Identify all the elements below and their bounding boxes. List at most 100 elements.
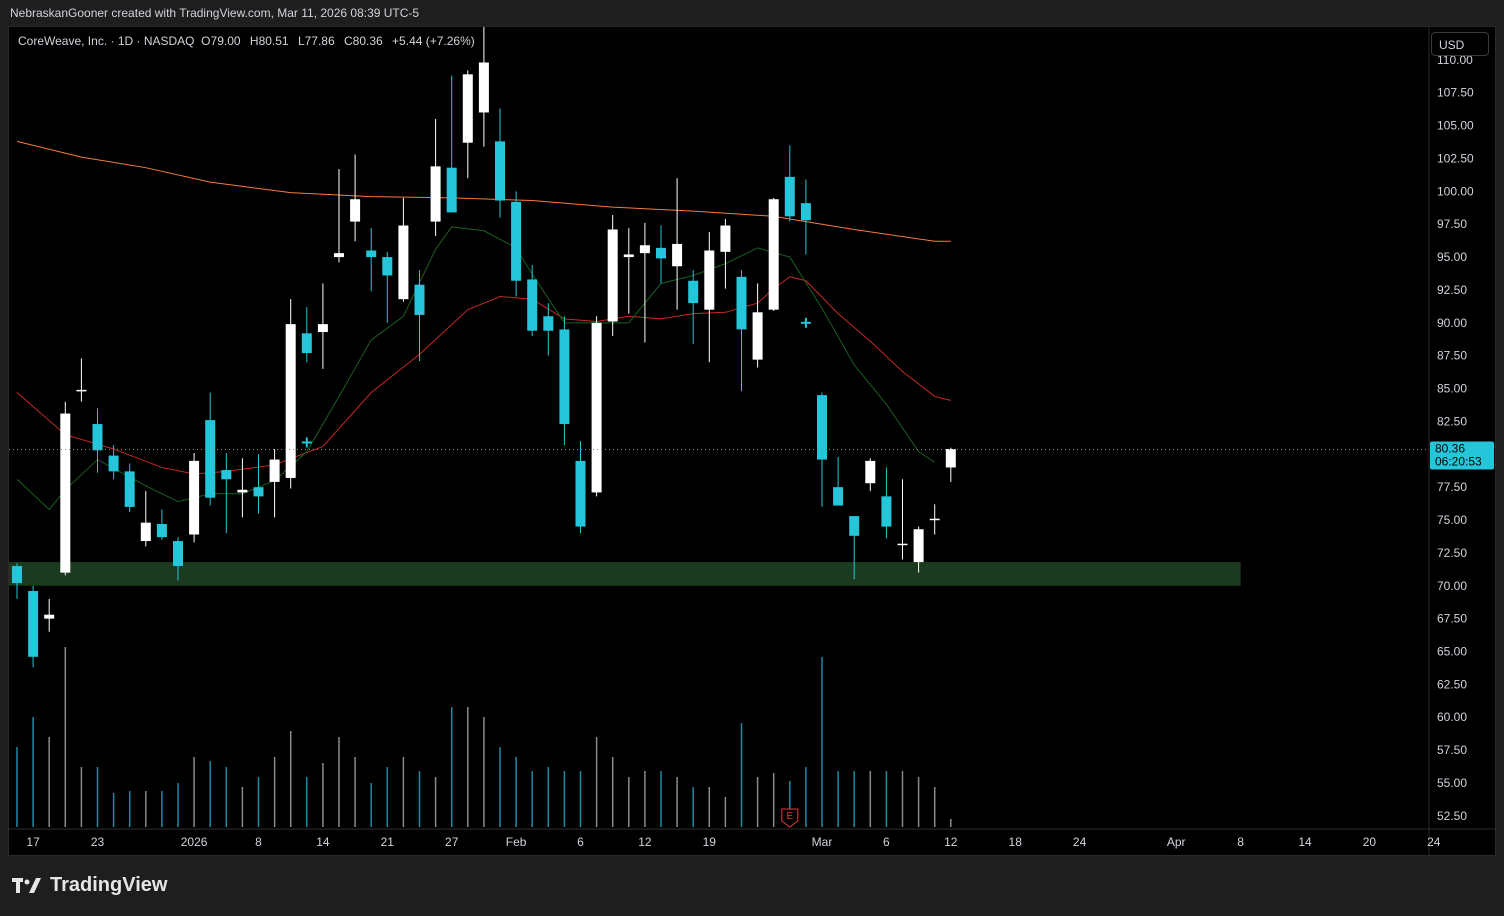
candle-body[interactable] <box>623 254 634 258</box>
candle-body[interactable] <box>607 229 618 322</box>
time-tick-label: 2026 <box>181 835 208 849</box>
candle-body[interactable] <box>173 541 183 567</box>
price-tick-label: 70.00 <box>1437 579 1467 593</box>
close-label: C <box>344 34 353 48</box>
candle-body[interactable] <box>12 566 22 584</box>
candle-body[interactable] <box>446 167 457 213</box>
candle-body[interactable] <box>108 455 119 472</box>
candle-body[interactable] <box>366 250 377 258</box>
price-tick-label: 60.00 <box>1437 710 1467 724</box>
candle-body[interactable] <box>752 312 763 360</box>
candle-body[interactable] <box>221 470 232 480</box>
candle-body[interactable] <box>317 324 328 333</box>
candle-body[interactable] <box>543 316 554 331</box>
price-tick-label: 97.50 <box>1437 217 1467 231</box>
candlestick-chart[interactable]: E110.00107.50105.00102.50100.0097.5095.0… <box>9 27 1495 855</box>
ohlc-legend: CoreWeave, Inc. · 1D · NASDAQ O79.00 H80… <box>18 34 475 48</box>
candle-body[interactable] <box>156 523 167 538</box>
candle-body[interactable] <box>704 250 715 310</box>
candle-body[interactable] <box>462 74 473 143</box>
ma-short-line <box>16 226 935 511</box>
candle-body[interactable] <box>301 333 312 354</box>
candle-body[interactable] <box>945 449 956 468</box>
candle-body[interactable] <box>865 460 876 484</box>
candle-body[interactable] <box>559 329 570 425</box>
candle-body[interactable] <box>140 522 151 542</box>
candle-body[interactable] <box>478 62 489 113</box>
candle-body[interactable] <box>833 487 844 506</box>
candle-body[interactable] <box>430 166 441 222</box>
price-tick-label: 92.50 <box>1437 283 1467 297</box>
candle-body[interactable] <box>736 276 747 330</box>
candle-body[interactable] <box>929 518 940 521</box>
currency-button[interactable]: USD <box>1431 32 1489 56</box>
candle-body[interactable] <box>575 460 586 527</box>
time-tick-label: Mar <box>812 835 833 849</box>
candle-body[interactable] <box>124 471 135 507</box>
candle-body[interactable] <box>60 413 71 573</box>
candle-body[interactable] <box>92 424 103 451</box>
candle-body[interactable] <box>800 203 811 221</box>
open-value: 79.00 <box>210 34 241 48</box>
price-tick-label: 95.00 <box>1437 250 1467 264</box>
candle-body[interactable] <box>189 460 200 535</box>
candle-body[interactable] <box>672 243 683 267</box>
candle-body[interactable] <box>897 543 908 546</box>
brand-name: TradingView <box>50 874 168 896</box>
candle-body[interactable] <box>720 225 731 252</box>
time-tick-label: 23 <box>91 835 105 849</box>
candle-body[interactable] <box>768 199 779 310</box>
price-tick-label: 87.50 <box>1437 349 1467 363</box>
candle-body[interactable] <box>784 176 795 217</box>
close-value: 80.36 <box>352 34 383 48</box>
time-tick-label: 19 <box>703 835 717 849</box>
candle-body[interactable] <box>656 247 666 259</box>
price-tick-label: 55.00 <box>1437 776 1467 790</box>
ma-long-line <box>16 140 951 242</box>
candle-body[interactable] <box>350 199 361 222</box>
candle-body[interactable] <box>639 245 650 254</box>
candle-body[interactable] <box>527 279 538 331</box>
price-tick-label: 72.50 <box>1437 546 1467 560</box>
time-tick-label: 21 <box>381 835 395 849</box>
candle-body[interactable] <box>849 516 860 536</box>
candle-body[interactable] <box>495 141 505 201</box>
candle-body[interactable] <box>688 280 699 304</box>
price-tick-label: 75.00 <box>1437 513 1467 527</box>
candle-body[interactable] <box>28 591 39 657</box>
time-tick-label: 24 <box>1073 835 1087 849</box>
candle-body[interactable] <box>205 420 216 498</box>
price-tag-value: 80.36 <box>1435 442 1465 456</box>
chart-pane[interactable]: E 110.00 107.50 105.00 102.50 100.00 97.50 95.0… <box>8 26 1496 856</box>
candle-body[interactable] <box>237 489 248 493</box>
symbol-label[interactable]: CoreWeave, Inc. · 1D · NASDAQ <box>18 34 195 48</box>
tradingview-mark-icon <box>12 877 41 893</box>
price-tick-label: 107.50 <box>1437 86 1474 100</box>
time-tick-label: Apr <box>1167 835 1186 849</box>
candle-body[interactable] <box>44 614 55 619</box>
candle-body[interactable] <box>382 257 393 276</box>
price-tag-countdown: 06:20:53 <box>1435 455 1482 469</box>
price-tick-label: 82.50 <box>1437 414 1467 428</box>
time-tick-label: Feb <box>506 835 527 849</box>
candle-body[interactable] <box>398 225 409 300</box>
time-tick-label: 24 <box>1427 835 1441 849</box>
candle-body[interactable] <box>269 459 280 482</box>
candle-body[interactable] <box>76 389 87 392</box>
candle-body[interactable] <box>591 322 602 493</box>
candle-body[interactable] <box>913 529 924 563</box>
time-tick-label: 14 <box>1298 835 1312 849</box>
candle-body[interactable] <box>414 284 425 315</box>
price-tick-label: 100.00 <box>1437 184 1474 198</box>
price-tick-label: 102.50 <box>1437 151 1474 165</box>
candle-body[interactable] <box>334 253 344 258</box>
chart-attribution: NebraskanGooner created with TradingView… <box>10 6 420 20</box>
candle-body[interactable] <box>511 201 522 281</box>
candle-body[interactable] <box>881 496 892 527</box>
time-tick-label: 18 <box>1009 835 1023 849</box>
time-tick-label: 17 <box>26 835 40 849</box>
tradingview-logo[interactable]: TradingView <box>12 874 167 897</box>
time-tick-label: 8 <box>1237 835 1244 849</box>
candle-body[interactable] <box>285 324 296 478</box>
candle-body[interactable] <box>253 487 264 497</box>
